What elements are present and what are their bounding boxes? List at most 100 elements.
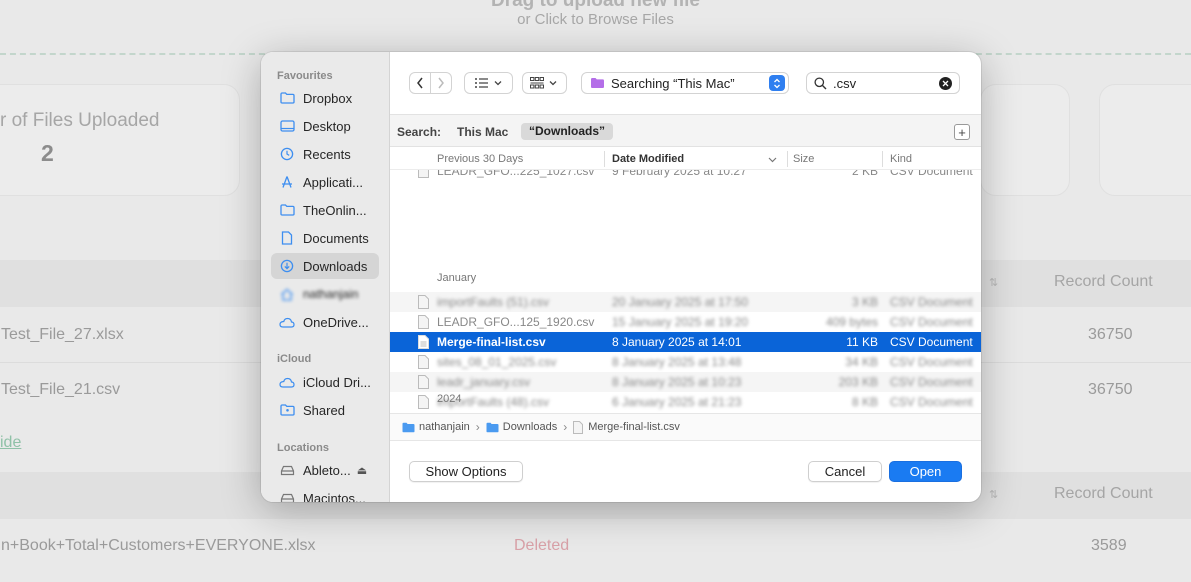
sidebar-item-applications[interactable]: Applicati...	[271, 169, 379, 195]
scope-downloads[interactable]: “Downloads”	[521, 123, 614, 140]
files-uploaded-label: r of Files Uploaded	[0, 110, 160, 131]
search-field[interactable]: .csv	[806, 72, 960, 94]
sidebar: Favourites Dropbox Desktop Recents Appli…	[261, 52, 390, 502]
download-icon	[279, 258, 295, 274]
group-by-button[interactable]	[522, 72, 567, 94]
home-icon	[279, 286, 295, 302]
column-name[interactable]: Previous 30 Days	[437, 153, 523, 165]
file-name: Merge-final-list.csv	[437, 335, 546, 349]
view-list-button[interactable]	[464, 72, 513, 94]
cloud-icon	[279, 374, 295, 390]
location-popup[interactable]: Searching “This Mac”	[581, 72, 789, 94]
table-row-count: 3589	[1091, 537, 1127, 554]
file-kind: CSV Document	[890, 355, 973, 369]
eject-icon[interactable]: ⏏	[357, 464, 367, 477]
locations-heading: Locations	[277, 442, 329, 454]
back-button[interactable]	[409, 72, 431, 94]
file-row[interactable]: LEADR_GFO...125_1920.csv 15 January 2025…	[390, 312, 981, 332]
table-row-name: Test_File_21.csv	[1, 381, 121, 398]
file-row-selected[interactable]: Merge-final-list.csv 8 January 2025 at 1…	[390, 332, 981, 352]
file-date: 8 January 2025 at 10:23	[612, 375, 742, 389]
forward-button[interactable]	[430, 72, 452, 94]
show-options-button[interactable]: Show Options	[409, 461, 523, 482]
file-name: importFaults (51).csv	[437, 295, 550, 309]
file-size: 2 KB	[851, 170, 878, 178]
file-kind: CSV Document	[890, 335, 973, 349]
table-row-count: 36750	[1088, 381, 1133, 398]
sidebar-item-theonline[interactable]: TheOnlin...	[271, 197, 379, 223]
icloud-heading: iCloud	[277, 353, 312, 365]
file-date: 8 January 2025 at 14:01	[612, 335, 742, 349]
sort-icon[interactable]: ⇅	[989, 276, 998, 289]
chevron-right-icon: ›	[475, 420, 480, 434]
search-scope-label: Search:	[397, 125, 442, 139]
sidebar-item-icloud-drive[interactable]: iCloud Dri...	[271, 369, 379, 395]
file-row[interactable]: LEADR_GFO...225_1027.csv 9 February 2025…	[390, 170, 981, 181]
file-browser: Searching “This Mac” .csv Search: This M…	[390, 52, 981, 502]
column-date-modified[interactable]: Date Modified	[612, 153, 684, 165]
list-view-icon	[474, 78, 501, 88]
csv-file-icon	[418, 315, 429, 329]
upload-subtitle[interactable]: or Click to Browse Files	[0, 11, 1191, 28]
file-size: 203 KB	[838, 375, 878, 389]
sidebar-item-label: Desktop	[303, 118, 351, 134]
chevron-right-icon	[438, 77, 444, 89]
status-deleted: Deleted	[514, 537, 570, 554]
search-input[interactable]: .csv	[833, 76, 856, 91]
toolbar: Searching “This Mac” .csv	[390, 52, 981, 114]
file-row[interactable]: leadr_january.csv 8 January 2025 at 10:2…	[390, 372, 981, 392]
sidebar-item-label: Downloads	[303, 258, 368, 274]
open-button[interactable]: Open	[889, 461, 962, 482]
cancel-button[interactable]: Cancel	[808, 461, 882, 482]
cloud-icon	[279, 314, 295, 330]
sidebar-item-shared[interactable]: Shared	[271, 397, 379, 423]
open-file-dialog: Favourites Dropbox Desktop Recents Appli…	[261, 52, 981, 502]
dialog-footer: Show Options Cancel Open	[390, 441, 981, 502]
path-segment[interactable]: Downloads	[486, 421, 557, 433]
sidebar-item-home[interactable]: nathanjain	[271, 281, 379, 307]
sidebar-item-label: Documents	[303, 230, 369, 246]
stats-card	[980, 84, 1070, 196]
column-size[interactable]: Size	[793, 153, 814, 165]
file-size: 34 KB	[845, 355, 878, 369]
csv-file-icon	[418, 355, 429, 369]
sidebar-item-label: nathanjain	[303, 287, 359, 301]
file-date: 15 January 2025 at 19:20	[612, 315, 749, 329]
path-segment[interactable]: Merge-final-list.csv	[573, 420, 680, 434]
file-name: LEADR_GFO...225_1027.csv	[437, 170, 595, 178]
file-kind: CSV Document	[890, 295, 973, 309]
files-uploaded-value: 2	[41, 140, 54, 166]
sidebar-item-recents[interactable]: Recents	[271, 141, 379, 167]
sidebar-item-dropbox[interactable]: Dropbox	[271, 85, 379, 111]
file-date: 8 January 2025 at 13:48	[612, 355, 742, 369]
file-row[interactable]: importFaults (51).csv 20 January 2025 at…	[390, 292, 981, 312]
file-size: 409 bytes	[825, 315, 878, 329]
sidebar-item-macintosh-hd[interactable]: Macintos...	[271, 485, 379, 502]
clear-search-icon[interactable]	[939, 77, 952, 90]
sidebar-item-desktop[interactable]: Desktop	[271, 113, 379, 139]
csv-file-icon	[573, 420, 584, 434]
column-divider	[882, 151, 883, 167]
table-row-count: 36750	[1088, 326, 1133, 343]
record-count-header[interactable]: Record Count	[1054, 485, 1153, 503]
sidebar-item-downloads[interactable]: Downloads	[271, 253, 379, 279]
sidebar-item-label: iCloud Dri...	[303, 374, 371, 390]
sidebar-item-ableton-drive[interactable]: Ableto... ⏏	[271, 457, 379, 483]
column-kind[interactable]: Kind	[890, 153, 912, 165]
hide-link[interactable]: ide	[0, 434, 21, 452]
sidebar-item-documents[interactable]: Documents	[271, 225, 379, 251]
sidebar-item-onedrive[interactable]: OneDrive...	[271, 309, 379, 335]
file-row[interactable]: importFaults (48).csv 6 January 2025 at …	[390, 392, 981, 412]
path-segment-label: nathanjain	[419, 421, 470, 433]
record-count-header[interactable]: Record Count	[1054, 273, 1153, 291]
table-row-name: Test_File_27.xlsx	[1, 326, 124, 343]
add-criteria-button[interactable]: +	[954, 124, 970, 140]
sidebar-item-label: Applicati...	[303, 174, 363, 190]
sidebar-item-label: Shared	[303, 402, 345, 418]
file-row[interactable]: sites_08_01_2025.csv 8 January 2025 at 1…	[390, 352, 981, 372]
path-segment[interactable]: nathanjain	[402, 421, 470, 433]
sort-icon[interactable]: ⇅	[989, 488, 998, 501]
shared-folder-icon	[279, 402, 295, 418]
file-size: 11 KB	[846, 335, 878, 349]
scope-this-mac[interactable]: This Mac	[457, 125, 508, 139]
